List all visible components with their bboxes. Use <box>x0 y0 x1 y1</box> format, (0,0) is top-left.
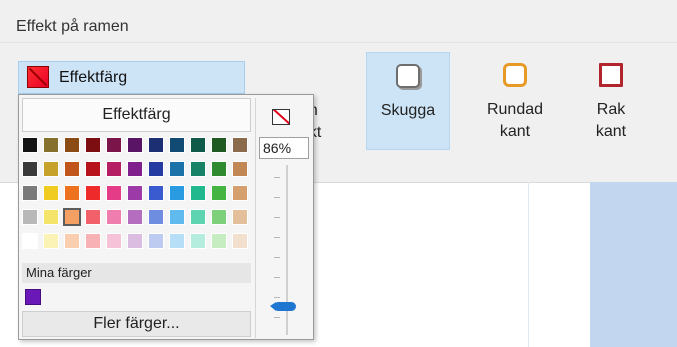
straight-square-icon <box>599 63 623 87</box>
slider-tick <box>274 277 280 278</box>
color-swatch[interactable] <box>190 161 206 177</box>
shadow-label: Skugga <box>380 102 436 119</box>
color-swatch[interactable] <box>106 233 122 249</box>
shadow-button[interactable]: Skugga <box>366 52 450 150</box>
color-swatch[interactable] <box>63 208 81 226</box>
slider-tick <box>274 257 280 258</box>
color-swatch[interactable] <box>211 185 227 201</box>
color-swatch[interactable] <box>169 209 185 225</box>
color-swatch[interactable] <box>43 209 59 225</box>
color-swatch[interactable] <box>169 233 185 249</box>
color-swatch[interactable] <box>106 209 122 225</box>
page-guide-line <box>528 182 529 347</box>
rounded-edge-label-2: kant <box>499 123 531 140</box>
color-swatch[interactable] <box>22 209 38 225</box>
rounded-square-icon <box>503 63 527 87</box>
color-swatch[interactable] <box>232 137 248 153</box>
color-swatch[interactable] <box>232 185 248 201</box>
color-swatch[interactable] <box>22 137 38 153</box>
color-swatch[interactable] <box>211 161 227 177</box>
color-swatch[interactable] <box>169 137 185 153</box>
color-swatch[interactable] <box>64 137 80 153</box>
more-colors-button[interactable]: Fler färger... <box>22 311 251 337</box>
color-swatch[interactable] <box>22 161 38 177</box>
color-swatch[interactable] <box>190 233 206 249</box>
color-swatch[interactable] <box>43 185 59 201</box>
color-swatch[interactable] <box>148 137 164 153</box>
color-swatch[interactable] <box>106 161 122 177</box>
color-swatch[interactable] <box>85 137 101 153</box>
color-swatch[interactable] <box>211 137 227 153</box>
color-swatch[interactable] <box>148 185 164 201</box>
slider-tick <box>274 297 280 298</box>
opacity-slider-thumb[interactable] <box>270 302 296 311</box>
slider-tick <box>274 177 280 178</box>
opacity-field[interactable]: 86% <box>259 137 309 159</box>
color-swatch[interactable] <box>148 209 164 225</box>
color-swatch[interactable] <box>64 185 80 201</box>
color-swatch[interactable] <box>211 233 227 249</box>
color-swatch[interactable] <box>127 209 143 225</box>
ribbon-divider <box>0 42 677 43</box>
slider-tick <box>274 237 280 238</box>
color-swatch[interactable] <box>64 161 80 177</box>
straight-edge-label-2: kant <box>595 123 627 140</box>
color-swatch[interactable] <box>169 161 185 177</box>
group-title: Effekt på ramen <box>16 18 129 35</box>
color-swatch[interactable] <box>148 233 164 249</box>
color-swatch[interactable] <box>127 233 143 249</box>
straight-edge-label-1: Rak <box>596 101 626 118</box>
no-color-icon <box>272 109 290 125</box>
effect-color-label: Effektfärg <box>59 69 128 86</box>
color-swatch[interactable] <box>232 161 248 177</box>
color-swatch[interactable] <box>169 185 185 201</box>
rounded-edge-label-1: Rundad <box>486 101 544 118</box>
color-swatch[interactable] <box>43 233 59 249</box>
color-swatch[interactable] <box>85 185 101 201</box>
color-swatch[interactable] <box>127 161 143 177</box>
rounded-edge-button[interactable]: Rundad kant <box>478 52 552 150</box>
shadow-square-icon <box>396 64 420 88</box>
slider-tick <box>274 317 280 318</box>
slider-tick <box>274 217 280 218</box>
color-swatch[interactable] <box>85 209 101 225</box>
effect-color-button[interactable]: Effektfärg <box>18 61 245 94</box>
effect-color-popup: Effektfärg Mina färger Fler färger... 86… <box>18 94 314 340</box>
color-swatch[interactable] <box>127 185 143 201</box>
color-swatch[interactable] <box>127 137 143 153</box>
slider-tick <box>274 197 280 198</box>
color-swatch[interactable] <box>43 137 59 153</box>
color-swatch[interactable] <box>22 185 38 201</box>
effect-color-swatch-icon <box>27 66 49 88</box>
side-panel <box>590 182 677 347</box>
color-swatch[interactable] <box>211 209 227 225</box>
straight-edge-button[interactable]: Rak kant <box>580 52 642 150</box>
my-colors-title: Mina färger <box>22 263 251 283</box>
color-swatch[interactable] <box>232 233 248 249</box>
color-swatch[interactable] <box>22 233 38 249</box>
color-swatch[interactable] <box>85 233 101 249</box>
my-color-swatch[interactable] <box>25 289 41 305</box>
color-swatch[interactable] <box>190 209 206 225</box>
color-swatch[interactable] <box>43 161 59 177</box>
color-swatch[interactable] <box>190 185 206 201</box>
color-swatch[interactable] <box>106 185 122 201</box>
color-swatch[interactable] <box>148 161 164 177</box>
no-color-button[interactable] <box>266 105 296 131</box>
color-swatch[interactable] <box>232 209 248 225</box>
color-swatch[interactable] <box>85 161 101 177</box>
popup-title: Effektfärg <box>22 98 251 132</box>
popup-divider <box>255 98 256 338</box>
color-swatch[interactable] <box>106 137 122 153</box>
color-swatch[interactable] <box>64 233 80 249</box>
color-swatch[interactable] <box>190 137 206 153</box>
